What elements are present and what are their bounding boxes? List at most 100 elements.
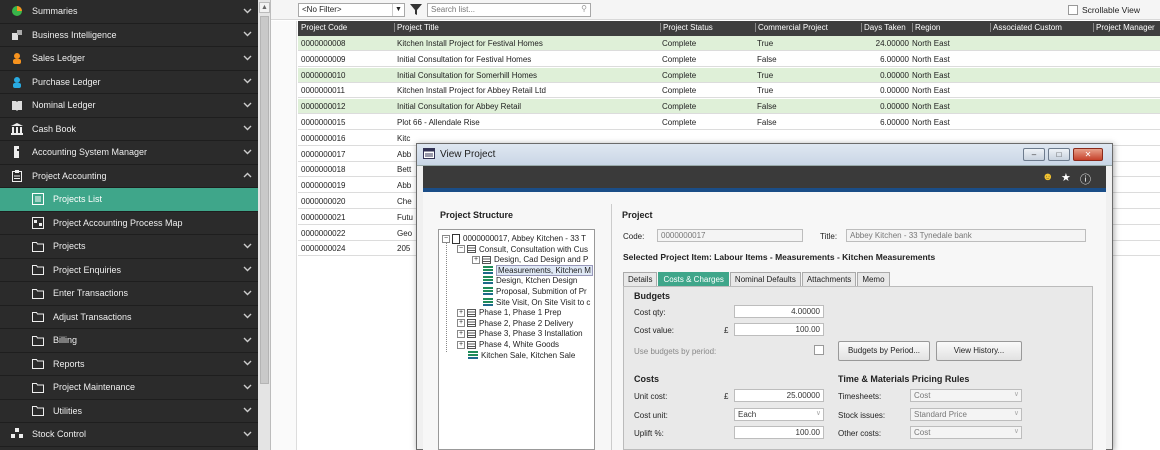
sidebar-item-summaries[interactable]: Summaries [0,0,258,24]
table-row[interactable]: 0000000012 Initial Consultation for Abbey… [298,99,1160,115]
chevron-down-icon[interactable] [236,101,258,110]
column-header[interactable]: Commercial Project [755,23,828,32]
tree-node[interactable]: −0000000017, Abbey Kitchen - 33 T [442,233,586,244]
chevron-down-icon[interactable] [236,383,258,392]
cost-unit-select[interactable]: Each ∨ [734,408,824,421]
sidebar-item-enter-transactions[interactable]: Enter Transactions [0,282,258,306]
tab-details[interactable]: Details [623,272,658,286]
chevron-down-icon[interactable] [236,124,258,133]
sidebar-item-project-accounting-process-map[interactable]: Project Accounting Process Map [0,212,258,235]
tree-node[interactable]: Design, Ktchen Design [483,275,577,286]
maximize-button[interactable]: □ [1048,148,1070,161]
tree-node[interactable]: + Design, Cad Design and P [472,254,588,265]
table-row[interactable]: 0000000008 Kitchen Install Project for Fe… [298,36,1160,51]
other-costs-select[interactable]: Cost ∨ [910,426,1022,439]
chevron-down-icon[interactable] [236,289,258,298]
project-structure-tree[interactable]: −0000000017, Abbey Kitchen - 33 T − Consul… [438,229,595,450]
column-header[interactable]: Project Manager [1093,23,1155,32]
sidebar-item-utilities[interactable]: Utilities [0,400,258,423]
chevron-down-icon[interactable] [236,336,258,345]
tree-node[interactable]: Site Visit, On Site Visit to c [483,297,590,308]
code-field[interactable]: 0000000017 [657,229,803,242]
sidebar-item-projects[interactable]: Projects [0,235,258,259]
sidebar-item-stock-control[interactable]: Stock Control [0,423,258,447]
column-header[interactable]: Days Taken [861,23,906,32]
tab-attachments[interactable]: Attachments [801,272,857,286]
tree-node[interactable]: + Phase 2, Phase 2 Delivery [457,318,573,329]
unit-cost-field[interactable]: 25.00000 [734,389,824,402]
tree-node[interactable]: − Consult, Consultation with Cus [457,244,588,255]
scrollable-view-checkbox[interactable] [1068,5,1078,15]
use-budgets-checkbox[interactable] [814,345,824,355]
chevron-down-icon[interactable] [236,312,258,321]
sidebar-item-business-intelligence[interactable]: Business Intelligence [0,24,258,47]
table-row[interactable]: 0000000009 Initial Consultation for Festi… [298,52,1160,67]
filter-select[interactable]: <No Filter> ▼ [298,3,405,17]
column-header[interactable]: Region [912,23,940,32]
table-row[interactable]: 0000000015 Plot 66 - Allendale Rise Comple… [298,115,1160,130]
close-button[interactable]: ✕ [1073,148,1103,161]
tab-memo[interactable]: Memo [857,272,890,286]
tree-node[interactable]: Proposal, Submition of Pr [483,286,587,297]
expand-icon[interactable]: + [472,255,480,264]
chevron-down-icon[interactable] [236,77,258,86]
tab-nominal-defaults[interactable]: Nominal Defaults [729,272,801,286]
uplift-field[interactable]: 100.00 [734,426,824,439]
smiley-icon[interactable]: ☻ [1042,171,1054,183]
tree-node[interactable]: Measurements, Kitchen M [483,264,593,276]
tab-costs-charges[interactable]: Costs & Charges [658,272,729,286]
sidebar-item-nominal-ledger[interactable]: Nominal Ledger [0,94,258,118]
table-row[interactable]: 0000000010 Initial Consultation for Somer… [298,67,1160,83]
budgets-by-period-button[interactable]: Budgets by Period... [838,341,930,361]
expand-icon[interactable]: + [457,329,465,338]
sidebar-item-projects-list[interactable]: Projects List [0,188,258,212]
sidebar-scrollbar[interactable]: ▲ [258,0,271,450]
sidebar-item-project-accounting[interactable]: Project Accounting [0,165,258,188]
search-input[interactable]: Search list... ⚲ [427,3,591,17]
cost-value-field[interactable]: 100.00 [734,323,824,336]
sidebar-item-adjust-transactions[interactable]: Adjust Transactions [0,306,258,329]
sidebar-item-project-enquiries[interactable]: Project Enquiries [0,259,258,282]
star-icon[interactable]: ★ [1061,171,1071,184]
chevron-down-icon[interactable] [236,406,258,415]
column-header[interactable]: Project Status [660,23,713,32]
filter-icon[interactable] [410,3,422,16]
chevron-down-icon[interactable] [236,7,258,16]
tree-node[interactable]: + Phase 3, Phase 3 Installation [457,328,583,339]
chevron-down-icon[interactable] [236,242,258,251]
sidebar-item-cash-book[interactable]: Cash Book [0,118,258,141]
sidebar-item-project-maintenance[interactable]: Project Maintenance [0,376,258,400]
view-history-button[interactable]: View History... [936,341,1022,361]
chevron-down-icon[interactable] [236,430,258,439]
column-header[interactable]: Associated Custom [990,23,1062,32]
chevron-down-icon[interactable] [236,54,258,63]
sidebar-item-billing[interactable]: Billing [0,329,258,353]
chevron-down-icon[interactable] [236,265,258,274]
sidebar-item-accounting-system-manager[interactable]: Accounting System Manager [0,141,258,165]
sidebar-item-reports[interactable]: Reports [0,353,258,376]
tree-node[interactable]: + Phase 4, White Goods [457,339,559,350]
table-row[interactable]: 0000000011 Kitchen Install Project for Ab… [298,83,1160,99]
timesheets-select[interactable]: Cost ∨ [910,389,1022,402]
scrollbar-thumb[interactable] [260,16,269,384]
column-header[interactable]: Project Title [394,23,439,32]
scroll-up-arrow-icon[interactable]: ▲ [259,2,270,13]
sidebar-item-purchase-ledger[interactable]: Purchase Ledger [0,71,258,94]
chevron-down-icon[interactable] [236,30,258,39]
title-field[interactable]: Abbey Kitchen - 33 Tynedale bank [846,229,1086,242]
cost-qty-field[interactable]: 4.00000 [734,305,824,318]
expand-icon[interactable]: + [457,308,465,317]
expand-icon[interactable]: + [457,319,465,328]
dialog-titlebar[interactable]: View Project – □ ✕ [417,144,1112,166]
collapse-icon[interactable]: − [457,245,465,254]
tree-node[interactable]: + Phase 1, Phase 1 Prep [457,307,561,318]
column-header[interactable]: Project Code [301,23,347,32]
chevron-down-icon[interactable] [236,359,258,368]
help-icon[interactable]: ⓘ [1080,171,1091,187]
sidebar-item-sales-ledger[interactable]: Sales Ledger [0,47,258,71]
chevron-down-icon[interactable] [236,148,258,157]
chevron-up-icon[interactable] [236,171,258,180]
tree-node[interactable]: Kitchen Sale, Kitchen Sale [468,350,575,361]
expand-icon[interactable]: + [457,340,465,349]
minimize-button[interactable]: – [1023,148,1045,161]
